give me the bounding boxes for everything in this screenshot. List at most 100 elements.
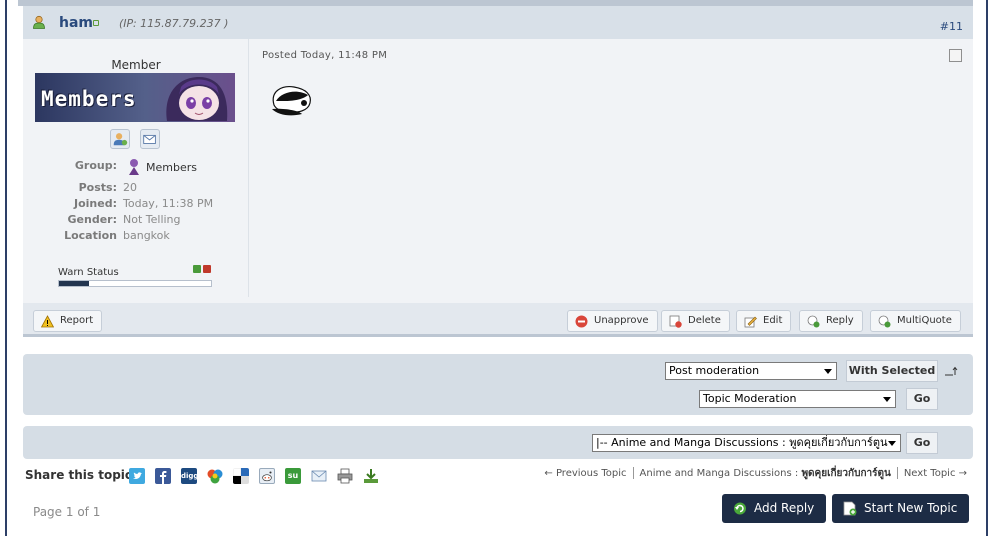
unapprove-button[interactable]: Unapprove bbox=[567, 310, 658, 332]
previous-topic-link[interactable]: ← Previous Topic bbox=[544, 468, 626, 479]
add-reply-label: Add Reply bbox=[754, 501, 815, 515]
delete-icon bbox=[669, 315, 682, 328]
topic-moderation-go-button[interactable]: Go bbox=[906, 388, 938, 410]
joined-field: Joined: Today, 11:38 PM bbox=[23, 197, 249, 211]
reddit-icon[interactable] bbox=[259, 468, 275, 484]
member-rank: Member bbox=[111, 58, 161, 72]
post-header: ham (IP: 115.87.79.237 ) #11 bbox=[23, 6, 973, 39]
edit-icon bbox=[744, 316, 757, 328]
forum-link[interactable]: Anime and Manga Discussions : พูดคุยเกี่… bbox=[640, 468, 891, 479]
multiquote-label: MultiQuote bbox=[897, 315, 952, 326]
delete-button[interactable]: Delete bbox=[661, 310, 730, 332]
twitter-icon[interactable] bbox=[129, 468, 145, 484]
joined-value: Today, 11:38 PM bbox=[123, 197, 214, 210]
reply-icon bbox=[807, 315, 820, 328]
google-buzz-icon[interactable] bbox=[207, 468, 223, 484]
location-field: Location bangkok bbox=[23, 229, 249, 243]
start-new-topic-button[interactable]: Start New Topic bbox=[832, 494, 970, 523]
joined-label: Joined: bbox=[74, 197, 117, 210]
group-field: Group: Members bbox=[23, 159, 249, 175]
download-icon[interactable] bbox=[363, 468, 379, 484]
posted-date: Posted Today, 11:48 PM bbox=[262, 50, 388, 61]
chevron-down-icon bbox=[888, 441, 896, 446]
forum-link-prefix: Anime and Manga Discussions : bbox=[639, 468, 799, 479]
view-profile-icon[interactable] bbox=[110, 129, 130, 149]
post-author-username[interactable]: ham bbox=[59, 15, 93, 31]
forum-jump-value: |-- Anime and Manga Discussions : พูดคุย… bbox=[596, 436, 888, 449]
chevron-down-icon bbox=[883, 397, 891, 402]
group-value: Members bbox=[146, 161, 197, 174]
post-content: Posted Today, 11:48 PM bbox=[262, 50, 387, 122]
topic-moderation-select[interactable]: Topic Moderation bbox=[699, 390, 896, 408]
warn-status-label: Warn Status bbox=[58, 267, 119, 278]
gender-field: Gender: Not Telling bbox=[23, 213, 249, 227]
edit-label: Edit bbox=[763, 315, 783, 326]
post-moderation-value: Post moderation bbox=[669, 364, 760, 377]
back-to-top-icon[interactable] bbox=[944, 366, 958, 376]
delicious-icon[interactable] bbox=[233, 468, 249, 484]
post-footer: Report Unapprove Delete Edit Reply Multi… bbox=[23, 303, 973, 337]
forum-link-thai: พูดคุยเกี่ยวกับการ์ตูน bbox=[801, 468, 891, 479]
emoticon-image bbox=[272, 86, 311, 116]
post-ip: (IP: 115.87.79.237 ) bbox=[119, 17, 229, 30]
delete-label: Delete bbox=[688, 315, 721, 326]
multimod-checkbox[interactable] bbox=[949, 49, 962, 62]
send-message-icon[interactable] bbox=[139, 129, 160, 149]
nav-divider bbox=[896, 467, 898, 479]
email-icon[interactable] bbox=[311, 468, 327, 484]
topic-navigation: ← Previous Topic Anime and Manga Discussi… bbox=[544, 466, 967, 481]
posts-label: Posts: bbox=[78, 181, 117, 194]
print-icon[interactable] bbox=[337, 468, 353, 484]
post-moderation-select[interactable]: Post moderation bbox=[665, 362, 837, 380]
reply-button[interactable]: Reply bbox=[799, 310, 863, 332]
with-selected-button[interactable]: With Selected bbox=[846, 360, 938, 382]
multiquote-icon bbox=[878, 315, 891, 328]
author-info: Member Members Group: Members Posts: 20 … bbox=[23, 39, 249, 297]
gender-label: Gender: bbox=[67, 213, 117, 226]
report-label: Report bbox=[60, 315, 94, 326]
start-new-topic-label: Start New Topic bbox=[864, 501, 958, 515]
location-label: Location bbox=[64, 229, 117, 242]
post-body: Member Members Group: Members Posts: 20 … bbox=[23, 39, 973, 303]
multiquote-button[interactable]: MultiQuote bbox=[870, 310, 961, 332]
digg-icon[interactable]: digg bbox=[181, 468, 197, 484]
nav-divider bbox=[632, 467, 634, 479]
user-icon bbox=[33, 15, 45, 29]
page-count: Page 1 of 1 bbox=[33, 505, 101, 519]
group-label: Group: bbox=[74, 159, 117, 172]
banner-text: Members bbox=[41, 87, 137, 111]
warn-status-bar bbox=[58, 280, 212, 287]
warn-decrease-icon[interactable] bbox=[193, 265, 201, 273]
chevron-down-icon bbox=[824, 369, 832, 374]
unapprove-label: Unapprove bbox=[594, 315, 649, 326]
online-status-icon bbox=[93, 20, 99, 26]
location-value: bangkok bbox=[123, 229, 170, 242]
author-icons bbox=[110, 129, 166, 151]
share-icons: digg su bbox=[129, 468, 389, 484]
add-reply-button[interactable]: Add Reply bbox=[722, 494, 827, 523]
unapprove-icon bbox=[575, 315, 588, 328]
gender-value: Not Telling bbox=[123, 213, 181, 226]
posts-value: 20 bbox=[123, 181, 137, 194]
forum-jump-go-button[interactable]: Go bbox=[906, 432, 938, 454]
anime-character-image bbox=[166, 77, 228, 121]
warn-status-fill bbox=[59, 281, 90, 286]
member-banner-image: Members bbox=[35, 73, 235, 122]
edit-button[interactable]: Edit bbox=[736, 310, 792, 332]
forum-jump-panel: |-- Anime and Manga Discussions : พูดคุย… bbox=[23, 426, 973, 459]
new-document-icon bbox=[843, 501, 857, 516]
next-topic-link[interactable]: Next Topic → bbox=[904, 468, 967, 479]
moderation-panel: Post moderation With Selected Topic Mode… bbox=[23, 354, 973, 415]
posts-field: Posts: 20 bbox=[23, 181, 249, 195]
warn-increase-icon[interactable] bbox=[203, 265, 211, 273]
share-topic-label: Share this topic: bbox=[25, 468, 137, 482]
stumbleupon-icon[interactable]: su bbox=[285, 468, 301, 484]
topic-moderation-value: Topic Moderation bbox=[703, 392, 797, 405]
group-character-icon bbox=[129, 159, 139, 175]
report-button[interactable]: Report bbox=[33, 310, 103, 332]
post-number-link[interactable]: #11 bbox=[940, 20, 963, 33]
facebook-icon[interactable] bbox=[155, 468, 171, 484]
reply-arrow-icon bbox=[734, 502, 746, 515]
forum-jump-select[interactable]: |-- Anime and Manga Discussions : พูดคุย… bbox=[592, 434, 901, 452]
reply-label: Reply bbox=[826, 315, 854, 326]
